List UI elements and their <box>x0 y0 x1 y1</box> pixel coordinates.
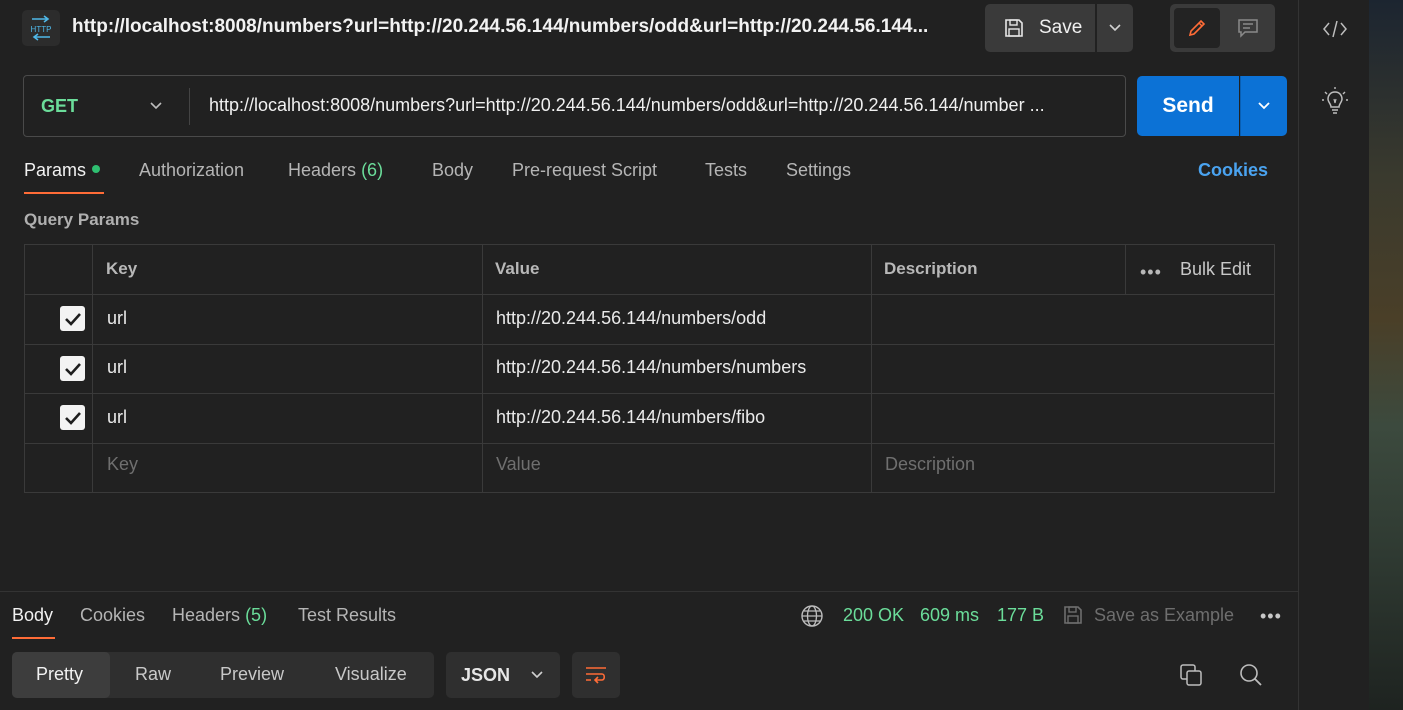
chevron-down-icon <box>1258 102 1270 110</box>
tab-authorization[interactable]: Authorization <box>139 160 244 181</box>
url-divider <box>189 88 190 125</box>
response-tab-headers[interactable]: Headers (5) <box>172 605 267 626</box>
param-key[interactable]: url <box>107 407 127 428</box>
comments-button[interactable] <box>1226 8 1270 48</box>
table-divider <box>24 344 1275 345</box>
comment-icon <box>1238 19 1258 38</box>
checkmark-icon <box>64 312 81 326</box>
table-divider <box>1125 244 1126 294</box>
param-key[interactable]: url <box>107 357 127 378</box>
response-headers-count: (5) <box>245 605 268 625</box>
save-options-dropdown[interactable] <box>1097 4 1133 52</box>
table-divider <box>24 294 1275 295</box>
status-code[interactable]: 200 OK <box>843 605 904 626</box>
tab-headers[interactable]: Headers (6) <box>288 160 383 181</box>
param-checkbox[interactable] <box>60 306 85 331</box>
checkmark-icon <box>64 362 81 376</box>
response-tab-cookies[interactable]: Cookies <box>80 605 145 626</box>
format-selector[interactable]: JSON <box>446 652 560 698</box>
column-header-value: Value <box>495 259 540 278</box>
tab-pre-request-script[interactable]: Pre-request Script <box>512 160 657 181</box>
new-description-input[interactable]: Description <box>885 454 975 475</box>
active-tab-indicator <box>24 192 104 194</box>
save-button[interactable]: Save <box>985 4 1095 52</box>
param-key[interactable]: url <box>107 308 127 329</box>
response-tab-body[interactable]: Body <box>12 605 53 626</box>
view-pretty[interactable]: Pretty <box>36 664 83 685</box>
save-icon <box>1064 606 1082 624</box>
table-divider <box>24 393 1275 394</box>
save-label: Save <box>1039 17 1083 38</box>
new-key-input[interactable]: Key <box>107 454 138 475</box>
send-button[interactable]: Send <box>1137 76 1239 136</box>
pencil-icon <box>1188 19 1206 37</box>
format-label: JSON <box>461 664 511 685</box>
query-params-heading: Query Params <box>24 210 140 229</box>
view-visualize[interactable]: Visualize <box>335 664 407 685</box>
response-time[interactable]: 609 ms <box>920 605 979 626</box>
column-header-description: Description <box>884 259 978 278</box>
url-input[interactable]: http://localhost:8008/numbers?url=http:/… <box>209 95 1114 116</box>
search-icon[interactable] <box>1238 662 1264 688</box>
response-more-icon[interactable]: ••• <box>1260 606 1282 627</box>
lightbulb-icon[interactable] <box>1318 84 1352 118</box>
edit-mode-button[interactable] <box>1174 8 1220 48</box>
desktop-wallpaper-edge <box>1369 0 1403 710</box>
send-options-dropdown[interactable] <box>1240 76 1287 136</box>
http-request-icon: HTTP <box>22 10 60 46</box>
save-as-example-label: Save as Example <box>1094 604 1235 625</box>
more-options-icon[interactable]: ••• <box>1140 262 1162 283</box>
response-size[interactable]: 177 B <box>997 605 1044 626</box>
code-snippet-icon[interactable] <box>1318 14 1352 44</box>
view-raw[interactable]: Raw <box>135 664 171 685</box>
globe-icon[interactable] <box>800 604 824 628</box>
param-checkbox[interactable] <box>60 356 85 381</box>
param-value[interactable]: http://20.244.56.144/numbers/numbers <box>496 357 806 378</box>
method-selector[interactable]: GET <box>41 96 78 117</box>
column-header-key: Key <box>106 259 138 278</box>
tab-settings[interactable]: Settings <box>786 160 851 181</box>
table-divider <box>871 244 872 493</box>
new-value-input[interactable]: Value <box>496 454 541 475</box>
chevron-down-icon <box>1109 24 1121 32</box>
copy-icon[interactable] <box>1178 662 1204 688</box>
response-tab-test-results[interactable]: Test Results <box>298 605 396 626</box>
tab-body[interactable]: Body <box>432 160 473 181</box>
request-title[interactable]: http://localhost:8008/numbers?url=http:/… <box>72 16 952 38</box>
save-icon <box>1005 19 1023 37</box>
params-active-dot <box>92 165 101 174</box>
save-as-example-button[interactable]: Save as Example <box>1062 604 1234 626</box>
cookies-link[interactable]: Cookies <box>1198 160 1268 181</box>
response-divider <box>0 591 1298 592</box>
active-response-tab-indicator <box>12 637 55 639</box>
wrap-lines-button[interactable] <box>572 652 620 698</box>
view-preview[interactable]: Preview <box>220 664 284 685</box>
svg-text:HTTP: HTTP <box>31 25 52 34</box>
wrap-lines-icon <box>586 667 606 684</box>
param-checkbox[interactable] <box>60 405 85 430</box>
table-divider <box>482 244 483 493</box>
headers-count: (6) <box>361 160 384 180</box>
checkmark-icon <box>64 411 81 425</box>
table-divider <box>24 443 1275 444</box>
chevron-down-icon <box>531 671 543 679</box>
bulk-edit-link[interactable]: Bulk Edit <box>1180 259 1251 280</box>
table-divider <box>92 244 93 493</box>
param-value[interactable]: http://20.244.56.144/numbers/odd <box>496 308 766 329</box>
chevron-down-icon[interactable] <box>146 96 166 116</box>
param-value[interactable]: http://20.244.56.144/numbers/fibo <box>496 407 765 428</box>
tab-tests[interactable]: Tests <box>705 160 747 181</box>
tab-params[interactable]: Params <box>24 160 101 181</box>
